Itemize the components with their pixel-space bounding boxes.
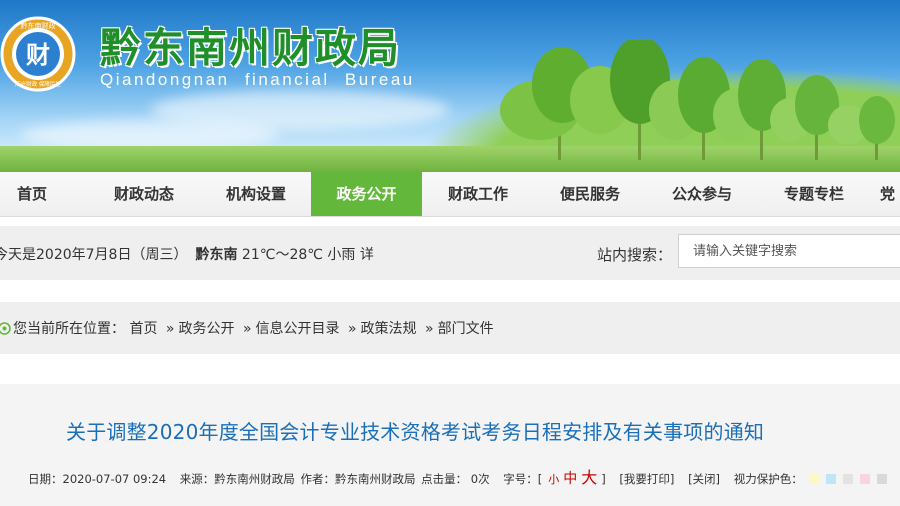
breadcrumb-home[interactable]: 首页 bbox=[129, 321, 157, 337]
font-size-large[interactable]: 大 bbox=[581, 468, 597, 487]
site-subtitle: Qiandongnan financial Bureau bbox=[100, 70, 415, 89]
article-title: 关于调整2020年度全国会计专业技术资格考试考务日程安排及有关事项的通知 bbox=[66, 420, 765, 444]
nav-item-public-participation[interactable]: 公众参与 bbox=[646, 172, 758, 216]
article-meta: 日期：2020-07-07 09:24 来源：黔东南州财政局 作者：黔东南州财政… bbox=[28, 464, 894, 488]
font-size-label: 字号：[ bbox=[503, 472, 543, 486]
eye-care-swatch-gray[interactable] bbox=[842, 474, 853, 484]
date-weather: 今天是2020年7月8日（周三） 黔东南 21℃～28℃ 小雨 详 bbox=[0, 244, 374, 264]
breadcrumb-dept-docs[interactable]: 部门文件 bbox=[438, 321, 494, 337]
search-input[interactable] bbox=[678, 234, 900, 268]
main-nav: 首页 财政动态 机构设置 政务公开 财政工作 便民服务 公众参与 专题专栏 党 bbox=[0, 172, 900, 217]
breadcrumb: 您当前所在位置： 首页 » 政务公开 » 信息公开目录 » 政策法规 » 部门文件 bbox=[0, 318, 494, 339]
header-banner: 财 黔东南财政 阳光财政 保障民生 黔东南州财政局 Qiandongnan fi… bbox=[0, 0, 900, 172]
breadcrumb-gov-affairs[interactable]: 政务公开 bbox=[178, 321, 234, 337]
font-size-small[interactable]: 小 bbox=[548, 473, 559, 486]
weather-region: 黔东南 bbox=[195, 247, 238, 263]
eye-care-label: 视力保护色： bbox=[733, 472, 803, 486]
site-title: 黔东南州财政局 bbox=[100, 24, 401, 72]
breadcrumb-prefix: 您当前所在位置： bbox=[13, 321, 125, 337]
breadcrumb-info-directory[interactable]: 信息公开目录 bbox=[256, 321, 340, 337]
article-source: 来源：黔东南州财政局 bbox=[179, 472, 295, 486]
trees-illustration bbox=[500, 40, 895, 160]
info-bar: 今天是2020年7月8日（周三） 黔东南 21℃～28℃ 小雨 详 站内搜索： bbox=[0, 226, 900, 280]
search-label: 站内搜索： bbox=[597, 246, 673, 264]
breadcrumb-policy[interactable]: 政策法规 bbox=[361, 321, 417, 337]
nav-item-organization[interactable]: 机构设置 bbox=[200, 172, 312, 216]
nav-item-party[interactable]: 党 bbox=[880, 172, 900, 216]
close-button[interactable]: [关闭] bbox=[688, 472, 720, 486]
date-text: 今天是2020年7月8日（周三） bbox=[0, 247, 188, 263]
article-hits: 点击量： 0次 bbox=[421, 472, 490, 486]
eye-care-swatch-pink[interactable] bbox=[859, 474, 870, 484]
nav-item-finance-work[interactable]: 财政工作 bbox=[422, 172, 534, 216]
font-size-medium[interactable]: 中 bbox=[563, 471, 577, 487]
weather-text[interactable]: 21℃～28℃ 小雨 详 bbox=[242, 247, 374, 263]
government-seal-logo: 财 黔东南财政 阳光财政 保障民生 bbox=[0, 16, 76, 92]
nav-item-gov-affairs[interactable]: 政务公开 bbox=[311, 172, 422, 216]
nav-item-public-services[interactable]: 便民服务 bbox=[534, 172, 646, 216]
logo-ring-top: 黔东南财政 bbox=[21, 21, 56, 30]
location-icon bbox=[0, 322, 11, 339]
print-button[interactable]: [我要打印] bbox=[619, 472, 674, 486]
nav-item-home[interactable]: 首页 bbox=[0, 172, 64, 216]
breadcrumb-bar: 您当前所在位置： 首页 » 政务公开 » 信息公开目录 » 政策法规 » 部门文件 bbox=[0, 302, 900, 354]
article-area: 关于调整2020年度全国会计专业技术资格考试考务日程安排及有关事项的通知 日期：… bbox=[0, 384, 900, 506]
eye-care-swatch-blue[interactable] bbox=[825, 474, 836, 484]
article-author: 作者：黔东南州财政局 bbox=[300, 472, 416, 486]
logo-center-char: 财 bbox=[26, 40, 50, 69]
logo-ring-bottom: 阳光财政 保障民生 bbox=[15, 80, 61, 88]
nav-item-special-topics[interactable]: 专题专栏 bbox=[758, 172, 870, 216]
nav-item-finance-news[interactable]: 财政动态 bbox=[88, 172, 200, 216]
article-date: 日期：2020-07-07 09:24 bbox=[28, 472, 167, 486]
eye-care-swatch-silver[interactable] bbox=[876, 474, 887, 484]
eye-care-swatch-yellow[interactable] bbox=[808, 474, 819, 484]
